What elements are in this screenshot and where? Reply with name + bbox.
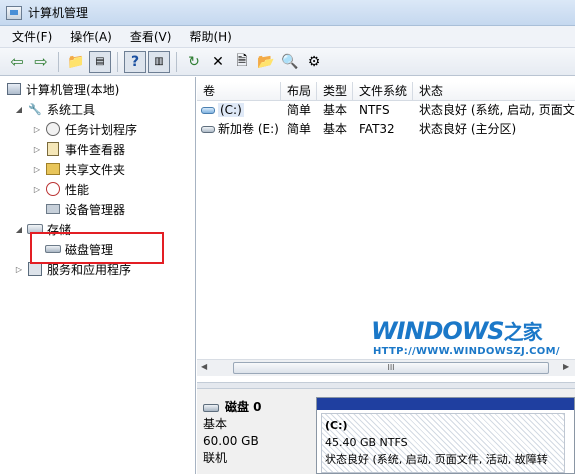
help-icon[interactable]: ? [124, 50, 146, 73]
tree-item-device-manager[interactable]: 设备管理器 [45, 199, 125, 219]
column-header-filesystem[interactable]: 文件系统 [353, 82, 413, 101]
disk-state: 联机 [203, 451, 228, 465]
tree-item-label: 事件查看器 [65, 142, 126, 157]
disk-size: 60.00 GB [203, 434, 259, 448]
clock-icon [45, 121, 61, 137]
menu-file[interactable]: 文件(F) [4, 27, 62, 47]
tree-item-event-viewer[interactable]: ▷ 事件查看器 [32, 139, 125, 159]
volume-icon [201, 126, 215, 133]
properties-icon[interactable]: 🗎 [231, 51, 253, 73]
partition-body: (C:) 45.40 GB NTFS 状态良好 (系统, 启动, 页面文件, 活… [321, 413, 565, 473]
settings-icon[interactable]: ⚙ [303, 51, 325, 73]
expand-arrow-icon[interactable]: ▷ [14, 265, 24, 274]
tree-item-task-scheduler[interactable]: ▷ 任务计划程序 [32, 119, 137, 139]
title-bar: 计算机管理 [0, 0, 575, 26]
volume-list-header: 卷 布局 类型 文件系统 状态 [197, 82, 575, 101]
toolbar-separator [58, 51, 59, 72]
tree-item-system-tools[interactable]: ◢ 🔧 系统工具 [14, 99, 95, 119]
scroll-left-icon[interactable]: ◀ [201, 362, 207, 371]
filesystem-cell: FAT32 [359, 122, 395, 136]
table-row[interactable]: (C:) 简单 基本 NTFS 状态良好 (系统, 启动, 页面文件 [197, 101, 575, 120]
tree-item-label: 共享文件夹 [65, 162, 126, 177]
back-arrow-icon[interactable]: ⇦ [6, 51, 28, 73]
column-header-status[interactable]: 状态 [413, 82, 575, 101]
layout-cell: 简单 [287, 103, 312, 117]
expand-arrow-icon[interactable]: ▷ [32, 185, 42, 194]
shared-folder-icon [45, 161, 61, 177]
partition-header-bar [317, 398, 574, 410]
show-tree-icon[interactable]: ▤ [89, 50, 111, 73]
up-folder-icon[interactable]: 📁 [65, 51, 87, 73]
device-manager-icon [45, 201, 61, 217]
menu-help[interactable]: 帮助(H) [181, 27, 241, 47]
highlight-box [30, 232, 164, 264]
column-header-type[interactable]: 类型 [317, 82, 353, 101]
action-pane-icon[interactable]: ▥ [148, 50, 170, 73]
toolbar: ⇦ ⇨ 📁 ▤ ? ▥ ↻ ✕ 🗎 📂 🔍 ⚙ [0, 48, 575, 76]
tree-item-label: 系统工具 [47, 102, 96, 117]
volume-pane: 卷 布局 类型 文件系统 状态 (C:) 简单 基本 NTFS 状态良好 (系统… [197, 77, 575, 474]
status-cell: 状态良好 (主分区) [419, 122, 517, 136]
menu-view[interactable]: 查看(V) [122, 27, 182, 47]
tree-item-shared-folders[interactable]: ▷ 共享文件夹 [32, 159, 125, 179]
volume-name: (C:) [218, 103, 244, 117]
disk-map: 磁盘 0 基本 60.00 GB 联机 (C:) 45.40 GB NTFS 状… [197, 389, 575, 474]
computer-icon [6, 81, 22, 97]
event-log-icon [45, 141, 61, 157]
tree-item-label: 性能 [65, 182, 90, 197]
delete-icon[interactable]: ✕ [207, 51, 229, 73]
toolbar-separator [117, 51, 118, 72]
tree-item-root[interactable]: 计算机管理(本地) [6, 79, 119, 99]
partition-label: (C:) [325, 419, 348, 432]
expand-arrow-icon[interactable]: ▷ [32, 125, 42, 134]
disk-kind: 基本 [203, 417, 228, 431]
watermark-url: HTTP://WWW.WINDOWSZJ.COM/ [373, 346, 560, 357]
volume-cell: 新加卷 (E:) [197, 120, 281, 139]
layout-cell: 简单 [287, 122, 312, 136]
table-row[interactable]: 新加卷 (E:) 简单 基本 FAT32 状态良好 (主分区) [197, 120, 575, 139]
disk-name: 磁盘 0 [225, 400, 262, 414]
partition-c[interactable]: (C:) 45.40 GB NTFS 状态良好 (系统, 启动, 页面文件, 活… [316, 397, 575, 474]
partition-detail: 45.40 GB NTFS [325, 436, 408, 449]
window-title: 计算机管理 [28, 6, 89, 20]
filesystem-cell: NTFS [359, 103, 390, 117]
collapse-arrow-icon[interactable]: ◢ [14, 105, 24, 114]
partition-status: 状态良好 (系统, 启动, 页面文件, 活动, 故障转 [325, 453, 548, 466]
disk-info[interactable]: 磁盘 0 基本 60.00 GB 联机 [203, 399, 313, 474]
tree-item-label: 计算机管理(本地) [26, 82, 120, 97]
forward-arrow-icon[interactable]: ⇨ [30, 51, 52, 73]
tree-item-label: 任务计划程序 [65, 122, 138, 137]
column-header-layout[interactable]: 布局 [281, 82, 317, 101]
expand-arrow-icon[interactable]: ▷ [32, 145, 42, 154]
type-cell: 基本 [323, 103, 348, 117]
type-cell: 基本 [323, 122, 348, 136]
tree-item-label: 设备管理器 [65, 202, 126, 217]
tree-item-performance[interactable]: ▷ 性能 [32, 179, 89, 199]
volume-icon [201, 107, 215, 114]
refresh-icon[interactable]: ↻ [183, 51, 205, 73]
performance-icon [45, 181, 61, 197]
expand-arrow-icon[interactable]: ▷ [32, 165, 42, 174]
column-header-volume[interactable]: 卷 [197, 82, 281, 101]
volume-name: 新加卷 (E:) [218, 122, 279, 136]
search-icon[interactable]: 🔍 [279, 51, 301, 73]
collapse-arrow-icon[interactable]: ◢ [14, 225, 24, 234]
pane-splitter[interactable] [197, 382, 575, 389]
menu-action[interactable]: 操作(A) [62, 27, 122, 47]
tools-icon: 🔧 [28, 102, 42, 116]
volume-cell: (C:) [197, 101, 281, 120]
open-icon[interactable]: 📂 [255, 51, 277, 73]
console-tree: 计算机管理(本地) ◢ 🔧 系统工具 ▷ 任务计划程序 ▷ 事件查看器 ▷ 共享… [0, 77, 196, 474]
watermark: WINDOWS之家 HTTP://WWW.WINDOWSZJ.COM/ [371, 316, 571, 366]
toolbar-separator [176, 51, 177, 72]
computer-management-icon [6, 5, 22, 20]
watermark-logo: WINDOWS之家 [371, 317, 543, 345]
status-cell: 状态良好 (系统, 启动, 页面文件 [419, 103, 575, 117]
disk-icon [203, 403, 219, 412]
menu-bar: 文件(F) 操作(A) 查看(V) 帮助(H) [0, 26, 575, 48]
